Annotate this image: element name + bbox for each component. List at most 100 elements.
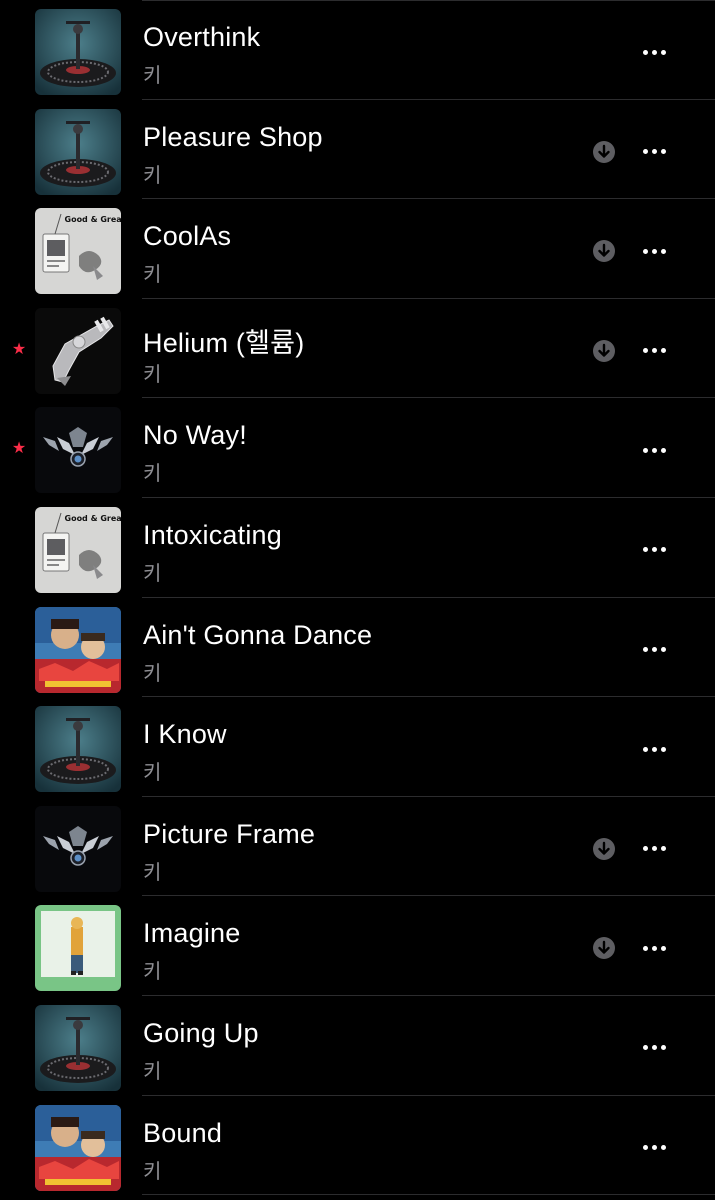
song-row[interactable]: Overthink 키 <box>0 0 715 100</box>
more-icon[interactable] <box>632 632 676 668</box>
song-row[interactable]: I Know 키 <box>0 697 715 797</box>
more-icon[interactable] <box>632 532 676 568</box>
album-art-chrome <box>35 805 121 892</box>
song-row[interactable]: Good & Great CoolAs 키 <box>0 199 715 299</box>
more-dot <box>660 348 666 354</box>
song-list: Overthink 키 Pleasure Shop 키 Good & Great C… <box>0 0 715 1196</box>
album-art <box>35 606 121 693</box>
more-dot <box>642 1045 648 1051</box>
more-dot <box>642 1145 648 1151</box>
song-artist: 키 <box>143 662 162 685</box>
more-dot <box>642 149 648 155</box>
more-icon[interactable] <box>632 1030 676 1066</box>
more-icon[interactable] <box>632 34 676 70</box>
album-art-good-and-great: Good & Great <box>35 506 122 593</box>
song-artist: 키 <box>143 961 162 984</box>
more-dot <box>642 348 648 354</box>
song-artist: 키 <box>143 264 162 287</box>
album-art-space <box>35 108 121 195</box>
download-icon <box>593 339 615 362</box>
album-art-logo: Good & Great <box>65 215 122 224</box>
star-icon: ★ <box>11 340 27 358</box>
more-dot <box>651 1045 657 1051</box>
song-title: Picture Frame <box>143 818 316 849</box>
more-icon[interactable] <box>632 930 676 966</box>
more-icon[interactable] <box>632 134 676 170</box>
download-icon <box>593 837 615 860</box>
song-title: Ain't Gonna Dance <box>143 619 373 650</box>
more-icon[interactable] <box>632 233 676 269</box>
song-artist: 키 <box>143 164 162 187</box>
song-artist: 키 <box>143 562 162 585</box>
album-art-space <box>35 706 121 793</box>
album-art-raygun <box>35 307 121 394</box>
more-dot <box>651 149 657 155</box>
more-dot <box>642 746 648 752</box>
song-artist: 키 <box>143 363 162 386</box>
song-row[interactable]: Ain't Gonna Dance 키 <box>0 598 715 698</box>
more-dot <box>660 248 666 254</box>
more-dot <box>642 647 648 653</box>
album-art <box>35 706 121 793</box>
song-row[interactable]: ★ Helium (헬륨) 키 <box>0 299 715 399</box>
song-row[interactable]: ★ No Way! 키 <box>0 398 715 498</box>
song-row[interactable]: Bound 키 <box>0 1096 715 1196</box>
download-icon <box>593 937 615 960</box>
album-art <box>35 307 121 394</box>
song-row[interactable]: Picture Frame 키 <box>0 797 715 897</box>
song-title: Pleasure Shop <box>143 121 323 152</box>
album-art <box>35 9 121 95</box>
more-icon[interactable] <box>632 432 676 468</box>
song-title: CoolAs <box>143 221 232 252</box>
more-dot <box>660 647 666 653</box>
more-dot <box>651 945 657 951</box>
star-icon: ★ <box>11 440 27 458</box>
album-art <box>35 108 121 195</box>
more-dot <box>651 647 657 653</box>
more-dot <box>642 248 648 254</box>
album-art-logo: Good & Great <box>65 514 122 523</box>
album-art <box>35 805 121 892</box>
song-artist: 키 <box>143 1160 162 1183</box>
download-icon <box>593 240 615 263</box>
more-dot <box>642 547 648 553</box>
song-title: No Way! <box>143 420 247 451</box>
more-dot <box>660 547 666 553</box>
album-art-space <box>35 9 121 95</box>
row-separator <box>142 1194 715 1196</box>
more-dot <box>642 49 648 55</box>
more-dot <box>660 149 666 155</box>
song-row[interactable]: Imagine 키 <box>0 896 715 996</box>
more-icon[interactable] <box>632 831 676 867</box>
song-title: Overthink <box>143 22 261 52</box>
more-dot <box>660 49 666 55</box>
album-art-killer <box>35 1104 121 1191</box>
song-row[interactable]: Going Up 키 <box>0 996 715 1096</box>
album-art: Good & Great <box>35 506 122 593</box>
more-dot <box>660 1045 666 1051</box>
album-art-good-and-great: Good & Great <box>35 208 122 295</box>
more-dot <box>660 746 666 752</box>
song-artist: 키 <box>143 762 162 785</box>
album-art <box>35 905 121 992</box>
album-art-killer <box>35 606 121 693</box>
song-row[interactable]: Good & Great Intoxicating 키 <box>0 498 715 598</box>
more-icon[interactable] <box>632 731 676 767</box>
more-dot <box>642 945 648 951</box>
song-title: Bound <box>143 1117 223 1148</box>
album-art <box>35 1004 121 1091</box>
more-dot <box>660 846 666 852</box>
more-icon[interactable] <box>632 333 676 369</box>
album-art <box>35 407 121 494</box>
song-title: Imagine <box>143 918 241 949</box>
download-icon <box>593 140 615 163</box>
more-dot <box>660 945 666 951</box>
more-dot <box>651 248 657 254</box>
more-icon[interactable] <box>632 1130 676 1166</box>
song-title: Going Up <box>143 1017 259 1048</box>
song-row[interactable]: Pleasure Shop 키 <box>0 100 715 200</box>
more-dot <box>651 846 657 852</box>
more-dot <box>642 846 648 852</box>
more-dot <box>660 1145 666 1151</box>
song-title: Intoxicating <box>143 519 282 550</box>
